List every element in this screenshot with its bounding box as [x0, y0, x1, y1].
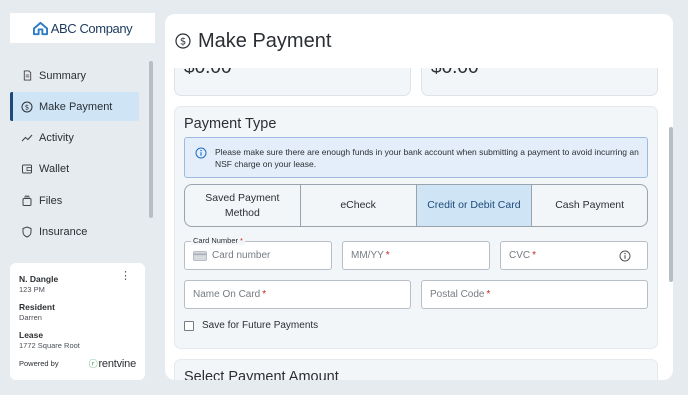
postal-code-field[interactable]: Postal Code * [421, 280, 648, 309]
dollar-circle-icon: $ [175, 33, 191, 49]
required-mark: * [262, 289, 267, 300]
house-icon [32, 21, 48, 35]
tab-label: Method [224, 206, 260, 219]
tenant-name: N. Dangle [19, 274, 59, 284]
tab-label: Cash Payment [555, 199, 625, 211]
sidebar-item-summary[interactable]: Summary [10, 61, 139, 90]
name-on-card-field[interactable]: Name On Card * [184, 280, 411, 309]
postal-code-placeholder: Postal Code [430, 289, 485, 300]
main-panel: $ Make Payment $0.00 $0.00 Payment Type … [165, 14, 673, 380]
sidebar-item-label: Files [39, 194, 63, 207]
rentvine-brand: rentvine [98, 357, 136, 370]
sidebar-scrollbar[interactable] [149, 61, 153, 218]
rentvine-logo: ⓡ rentvine [88, 357, 137, 370]
alert-text: Please make sure there are enough funds … [215, 147, 639, 169]
lease-value: 1772 Square Root [19, 341, 80, 350]
tab-saved-payment-method[interactable]: Saved Payment Method [185, 185, 301, 226]
name-on-card-placeholder: Name On Card [193, 289, 261, 300]
required-mark: * [486, 289, 491, 300]
sidebar-item-files[interactable]: Files [10, 186, 139, 215]
tab-cash-payment[interactable]: Cash Payment [532, 185, 647, 226]
wallet-icon [21, 163, 33, 175]
company-logo[interactable]: ABC Company [10, 13, 155, 43]
required-mark: * [385, 250, 390, 261]
sidebar-item-label: Insurance [39, 225, 88, 238]
sidebar-item-make-payment[interactable]: $ Make Payment [10, 92, 139, 122]
page-title: Make Payment [198, 29, 332, 52]
sidebar-item-label: Summary [39, 69, 87, 82]
shield-icon [21, 226, 33, 238]
payment-type-section: Payment Type Please make sure there are … [174, 106, 658, 349]
card-number-field[interactable]: Card Number * Card number [184, 236, 332, 270]
company-name: ABC Company [50, 20, 133, 36]
powered-by-label: Powered by [19, 359, 59, 368]
sidebar-item-activity[interactable]: Activity [10, 124, 139, 153]
funds-alert: Please make sure there are enough funds … [184, 137, 648, 178]
sidebar-item-label: Activity [39, 132, 74, 145]
required-mark: * [532, 250, 537, 261]
svg-text:$: $ [25, 103, 29, 111]
credit-card-icon [193, 250, 207, 261]
main-scrollbar[interactable] [669, 127, 673, 282]
section-title: Select Payment Amount [184, 369, 339, 380]
tab-credit-or-debit-card[interactable]: Credit or Debit Card [416, 185, 533, 226]
payment-type-tabs: Saved Payment Method eCheck Credit or Deb… [184, 184, 648, 227]
info-icon[interactable] [619, 250, 631, 262]
tab-echeck[interactable]: eCheck [301, 185, 417, 226]
svg-text:$: $ [180, 37, 186, 48]
leaf-icon: ⓡ [88, 359, 98, 369]
sidebar-item-insurance[interactable]: Insurance [10, 217, 139, 246]
lease-label: Lease [19, 330, 44, 340]
tab-label: Credit or Debit Card [427, 199, 521, 211]
card-number-label: Card Number * [191, 236, 245, 245]
cvc-field[interactable]: CVC * [500, 241, 648, 270]
tab-label: eCheck [340, 199, 376, 211]
account-card: ⋮ N. Dangle 123 PM Resident Darren Lease… [10, 263, 145, 380]
select-amount-section: Select Payment Amount [174, 359, 658, 380]
powered-by: Powered by ⓡ rentvine [19, 357, 136, 370]
more-options-icon[interactable]: ⋮ [120, 271, 131, 282]
activity-icon [21, 132, 33, 144]
sidebar-nav: Summary $ Make Payment Activity Wallet F… [10, 61, 139, 249]
section-title: Payment Type [184, 116, 277, 132]
info-icon [195, 147, 207, 159]
tab-label: Saved Payment [205, 191, 280, 204]
save-for-future-checkbox[interactable] [184, 320, 194, 331]
resident-value: Darren [19, 313, 42, 322]
save-for-future-label[interactable]: Save for Future Payments [202, 320, 318, 331]
document-icon [21, 70, 33, 82]
tenant-address: 123 PM [19, 285, 45, 294]
sidebar-item-label: Wallet [39, 163, 70, 176]
files-icon [21, 195, 33, 207]
card-number-placeholder: Card number [212, 250, 271, 261]
cvc-placeholder: CVC [509, 250, 531, 261]
dollar-circle-icon: $ [21, 101, 33, 113]
resident-label: Resident [19, 302, 55, 312]
page-header: $ Make Payment [165, 14, 673, 68]
sidebar-item-wallet[interactable]: Wallet [10, 155, 139, 184]
save-for-future-row: Save for Future Payments [184, 320, 318, 331]
sidebar-item-label: Make Payment [39, 100, 113, 113]
expiry-field[interactable]: MM/YY * [342, 241, 490, 270]
expiry-placeholder: MM/YY [351, 250, 384, 261]
